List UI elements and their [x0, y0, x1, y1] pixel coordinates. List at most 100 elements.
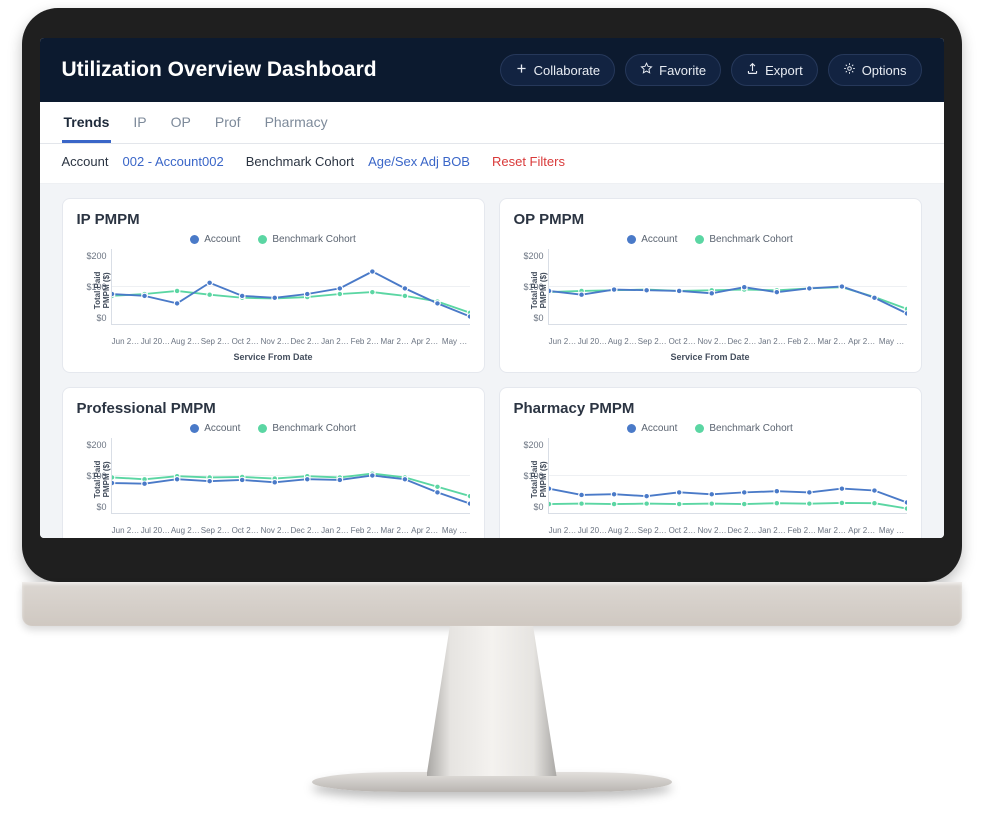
reset-filters-link[interactable]: Reset Filters [492, 154, 565, 169]
legend-account: Account [627, 423, 677, 434]
chart-card: OP PMPM AccountBenchmark Cohort Total Paid… [499, 198, 922, 373]
plot-area: Total Paid PMPM ($)$200$100$0 [77, 438, 470, 526]
x-tick: Mar 2… [380, 337, 410, 346]
x-tick: Mar 2… [380, 526, 410, 535]
x-tick: Jun 2… [548, 526, 578, 535]
chart-legend: AccountBenchmark Cohort [514, 234, 907, 245]
plus-icon [515, 62, 528, 78]
content-area: IP PMPM Account Benchmark Cohort Total Paid… [40, 184, 944, 538]
monitor-bezel: Utilization Overview Dashboard Collabora… [22, 8, 962, 582]
x-tick: Oct 2… [230, 337, 260, 346]
x-tick: Jul 20… [140, 526, 170, 535]
x-axis: Jun 2…Jul 20…Aug 2…Sep 2…Oct 2…Nov 2…Dec… [548, 526, 907, 535]
gear-icon [843, 62, 856, 78]
legend-account-swatch [190, 235, 199, 244]
x-tick: Jan 2… [320, 337, 350, 346]
x-tick: Apr 2… [410, 337, 440, 346]
legend-benchmark-swatch [258, 424, 267, 433]
x-axis-title: Service From Date [514, 352, 907, 362]
y-axis-title: Total Paid PMPM ($) [94, 260, 112, 320]
chart-card: IP PMPM Account Benchmark Cohort Total Paid… [62, 198, 485, 373]
x-axis: Jun 2…Jul 20…Aug 2…Sep 2…Oct 2…Nov 2…Dec… [111, 337, 470, 346]
legend-benchmark-label: Benchmark Cohort [272, 234, 355, 245]
legend-benchmark: Benchmark Cohort [258, 234, 355, 245]
cohort-filter-value[interactable]: Age/Sex Adj BOB [368, 154, 470, 169]
x-tick: Apr 2… [410, 526, 440, 535]
x-tick: Oct 2… [667, 337, 697, 346]
legend-benchmark-swatch [258, 235, 267, 244]
x-tick: Jan 2… [320, 526, 350, 535]
account-filter-value[interactable]: 002 - Account002 [122, 154, 223, 169]
x-tick: Aug 2… [607, 337, 637, 346]
tab-op[interactable]: OP [169, 102, 193, 143]
x-tick: Sep 2… [200, 337, 230, 346]
x-tick: Aug 2… [607, 526, 637, 535]
legend-account-label: Account [204, 423, 240, 434]
x-tick: Mar 2… [817, 337, 847, 346]
x-tick: Jan 2… [757, 337, 787, 346]
chart-title: Pharmacy PMPM [514, 400, 907, 417]
legend-account-label: Account [641, 423, 677, 434]
options-button[interactable]: Options [828, 54, 922, 86]
legend-account-swatch [190, 424, 199, 433]
y-axis-title: Total Paid PMPM ($) [531, 260, 549, 320]
x-tick: Mar 2… [817, 526, 847, 535]
x-tick: May … [877, 526, 907, 535]
legend-benchmark-swatch [695, 235, 704, 244]
x-tick: Dec 2… [290, 526, 320, 535]
chart-card: Professional PMPMAccountBenchmark Cohort… [62, 387, 485, 538]
x-tick: Sep 2… [637, 526, 667, 535]
x-tick: Jun 2… [548, 337, 578, 346]
legend-account-swatch [627, 235, 636, 244]
x-axis: Jun 2…Jul 20…Aug 2…Sep 2…Oct 2…Nov 2…Dec… [111, 526, 470, 535]
x-tick: Apr 2… [847, 526, 877, 535]
chart-legend: Account Benchmark Cohort [514, 423, 907, 434]
x-tick: Sep 2… [637, 337, 667, 346]
x-tick: Dec 2… [727, 526, 757, 535]
legend-account: Account [190, 234, 240, 245]
plot [548, 249, 907, 325]
monitor-frame: Utilization Overview Dashboard Collabora… [22, 8, 962, 792]
legend-benchmark: Benchmark Cohort [695, 423, 792, 434]
legend-benchmark-swatch [695, 424, 704, 433]
export-label: Export [765, 63, 803, 78]
tab-trends[interactable]: Trends [62, 102, 112, 143]
tab-ip[interactable]: IP [131, 102, 148, 143]
options-label: Options [862, 63, 907, 78]
x-tick: Nov 2… [260, 337, 290, 346]
y-axis-title: Total Paid PMPM ($) [531, 449, 549, 509]
x-tick: Jun 2… [111, 526, 141, 535]
x-tick: Dec 2… [290, 337, 320, 346]
x-tick: Feb 2… [787, 337, 817, 346]
chart-title: OP PMPM [514, 211, 907, 228]
x-tick: Jul 20… [140, 337, 170, 346]
x-tick: Feb 2… [350, 337, 380, 346]
legend-benchmark-label: Benchmark Cohort [272, 423, 355, 434]
tab-pharmacy[interactable]: Pharmacy [263, 102, 330, 143]
chart-legend: Account Benchmark Cohort [77, 234, 470, 245]
x-tick: Feb 2… [350, 526, 380, 535]
plot [111, 438, 470, 514]
favorite-label: Favorite [659, 63, 706, 78]
tab-prof[interactable]: Prof [213, 102, 243, 143]
x-tick: Feb 2… [787, 526, 817, 535]
collaborate-button[interactable]: Collaborate [500, 54, 616, 86]
chart-title: IP PMPM [77, 211, 470, 228]
account-filter-label: Account [62, 154, 109, 169]
x-tick: May … [440, 337, 470, 346]
favorite-button[interactable]: Favorite [625, 54, 721, 86]
export-button[interactable]: Export [731, 54, 818, 86]
header-actions: Collaborate Favorite Export [500, 54, 922, 86]
collaborate-label: Collaborate [534, 63, 601, 78]
x-tick: Jun 2… [111, 337, 141, 346]
app-screen: Utilization Overview Dashboard Collabora… [40, 38, 944, 538]
chart-card: Pharmacy PMPM Account Benchmark Cohort Tota… [499, 387, 922, 538]
legend-benchmark-label: Benchmark Cohort [709, 423, 792, 434]
x-tick: Apr 2… [847, 337, 877, 346]
x-tick: May … [877, 337, 907, 346]
x-tick: Aug 2… [170, 526, 200, 535]
x-tick: Dec 2… [727, 337, 757, 346]
plot-area: Total Paid PMPM ($)$200$100$0 [77, 249, 470, 337]
legend-benchmark: Benchmark Cohort [695, 234, 792, 245]
x-tick: Nov 2… [697, 337, 727, 346]
